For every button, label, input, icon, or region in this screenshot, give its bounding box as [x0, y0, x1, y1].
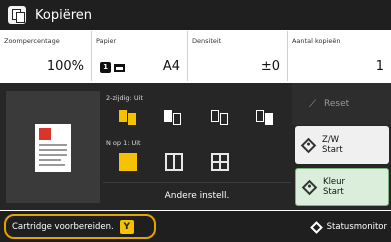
duplex-label: 2-zijdig: Uit: [106, 94, 143, 102]
status-monitor-button[interactable]: Statusmonitor: [309, 215, 387, 239]
paper-source-1-icon: 1: [100, 62, 111, 73]
copies-value: 1: [375, 59, 384, 74]
paper-source-icons: 1: [100, 62, 125, 73]
reset-label: Reset: [324, 99, 350, 109]
paper-value: A4: [162, 59, 180, 74]
main-panel: 2-zijdig: Uit N op 1: Uit Andere instell…: [0, 83, 391, 210]
zoom-setting[interactable]: Zoompercentage 100%: [0, 31, 92, 81]
cartridge-notice[interactable]: Cartridge voorbereiden. Y: [4, 214, 156, 239]
nup-label: N op 1: Uit: [106, 139, 141, 147]
document-preview: [6, 91, 100, 203]
notice-text: Cartridge voorbereiden.: [12, 221, 114, 232]
settings-row: Zoompercentage 100% Papier 1 A4 Densitei…: [0, 31, 391, 81]
bw-start-button[interactable]: Z/W Start: [295, 126, 389, 164]
bottom-bar: Cartridge voorbereiden. Y Statusmonitor: [0, 211, 391, 242]
copy-screen: Kopiëren Zoompercentage 100% Papier 1 A4…: [0, 0, 391, 242]
favorite-settings-group: 2-zijdig: Uit N op 1: Uit Andere instell…: [103, 83, 291, 210]
duplex-option-1-1[interactable]: [115, 105, 143, 129]
status-monitor-icon: [309, 220, 323, 234]
title-bar: Kopiëren: [0, 0, 391, 30]
copies-label: Aantal kopieën: [292, 37, 341, 45]
duplex-option-2-2[interactable]: [207, 105, 235, 129]
copy-icon: [8, 6, 26, 24]
nup-option-2-on-1[interactable]: [163, 151, 191, 175]
paper-label: Papier: [96, 37, 117, 45]
density-label: Densiteit: [192, 37, 222, 45]
color-start-line2: Start: [323, 187, 344, 197]
density-setting[interactable]: Densiteit ±0: [188, 31, 288, 81]
nup-option-off[interactable]: [117, 151, 145, 175]
color-start-line1: Kleur: [323, 177, 346, 187]
screen-title: Kopiëren: [35, 7, 92, 23]
other-settings-button[interactable]: Andere instell.: [103, 182, 291, 208]
reset-button[interactable]: ⟋ Reset: [292, 83, 391, 125]
color-start-button[interactable]: Kleur Start: [295, 168, 389, 206]
start-icon: [300, 137, 317, 153]
reset-icon: ⟋: [309, 98, 316, 110]
density-value: ±0: [260, 59, 280, 74]
zoom-label: Zoompercentage: [4, 37, 60, 45]
nup-option-4-on-1[interactable]: [209, 151, 237, 175]
copies-setting[interactable]: Aantal kopieën 1: [288, 31, 391, 81]
status-monitor-label: Statusmonitor: [326, 222, 387, 232]
paper-setting[interactable]: Papier 1 A4: [92, 31, 188, 81]
action-column: ⟋ Reset Z/W Start Kleur Start: [292, 83, 391, 210]
start-icon: [301, 179, 318, 195]
document-preview-icon: [35, 124, 71, 172]
bw-start-line1: Z/W: [322, 135, 340, 145]
duplex-option-1-2[interactable]: [160, 105, 188, 129]
zoom-value: 100%: [46, 59, 84, 74]
duplex-option-2-1[interactable]: [252, 105, 280, 129]
paper-tray-icon: [114, 63, 125, 72]
bw-start-line2: Start: [322, 145, 343, 155]
yellow-cartridge-icon: Y: [119, 219, 134, 234]
